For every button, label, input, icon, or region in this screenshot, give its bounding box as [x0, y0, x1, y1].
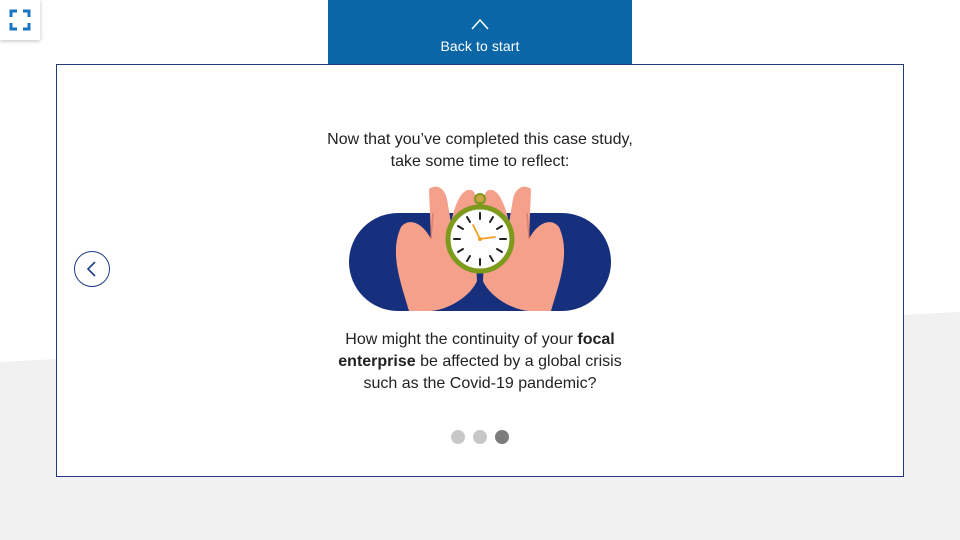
stopwatch-in-hands-illustration [349, 186, 611, 311]
pagination-dot-1[interactable] [451, 430, 465, 444]
chevron-up-icon [471, 18, 489, 30]
intro-line-1: Now that you’ve completed this case stud… [327, 131, 633, 148]
fullscreen-button[interactable] [0, 0, 40, 40]
chevron-left-icon [86, 261, 96, 277]
slide-pagination [450, 429, 510, 445]
pagination-dot-3[interactable] [495, 430, 509, 444]
fullscreen-icon [9, 9, 31, 31]
back-to-start-button[interactable]: Back to start [328, 0, 632, 64]
intro-line-2: take some time to reflect: [390, 153, 570, 170]
slide-card: Now that you’ve completed this case stud… [56, 64, 904, 477]
intro-text: Now that you’ve completed this case stud… [280, 129, 680, 173]
reflection-question: How might the continuity of your focal e… [330, 329, 630, 395]
back-to-start-label: Back to start [440, 38, 520, 54]
pagination-dot-2[interactable] [473, 430, 487, 444]
question-text-1: How might the continuity of your [345, 331, 578, 348]
previous-slide-button[interactable] [74, 251, 110, 287]
